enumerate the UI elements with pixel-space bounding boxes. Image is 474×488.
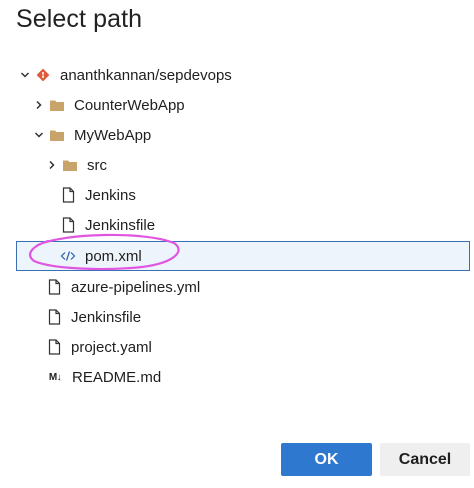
file-icon <box>59 186 77 204</box>
tree-item-label: Jenkinsfile <box>71 308 142 326</box>
select-path-dialog: Select path ananthkannan/sepdevops Count… <box>0 0 474 488</box>
git-repo-icon <box>34 66 52 84</box>
file-icon <box>59 216 77 234</box>
chevron-down-icon[interactable] <box>18 68 32 82</box>
tree-item-counterwebapp[interactable]: CounterWebApp <box>0 90 474 120</box>
file-icon <box>45 308 63 326</box>
chevron-right-icon[interactable] <box>45 158 59 172</box>
folder-icon <box>61 156 79 174</box>
tree-item-label: src <box>87 156 107 174</box>
tree-item-readme[interactable]: M↓ README.md <box>0 362 474 392</box>
tree-item-project-yaml[interactable]: project.yaml <box>0 332 474 362</box>
tree-item-repo[interactable]: ananthkannan/sepdevops <box>0 60 474 90</box>
markdown-icon: M↓ <box>48 371 62 383</box>
folder-icon <box>48 126 66 144</box>
folder-icon <box>48 96 66 114</box>
tree-item-label: project.yaml <box>71 338 152 356</box>
tree-item-label: pom.xml <box>85 247 142 265</box>
tree-item-label: Jenkins <box>85 186 136 204</box>
tree-item-label: azure-pipelines.yml <box>71 278 201 296</box>
code-file-icon <box>59 247 77 265</box>
tree-item-label: MyWebApp <box>74 126 152 144</box>
file-icon <box>45 278 63 296</box>
tree-item-jenkinsfile-root[interactable]: Jenkinsfile <box>0 302 474 332</box>
tree-item-src[interactable]: src <box>0 150 474 180</box>
tree-item-label: Jenkinsfile <box>85 216 156 234</box>
chevron-down-icon[interactable] <box>32 128 46 142</box>
tree-item-label: ananthkannan/sepdevops <box>60 66 232 84</box>
tree-item-pom-xml[interactable]: pom.xml <box>16 241 470 271</box>
tree-item-jenkinsfile[interactable]: Jenkinsfile <box>0 210 474 240</box>
tree-item-jenkins[interactable]: Jenkins <box>0 180 474 210</box>
ok-button[interactable]: OK <box>281 443 372 476</box>
chevron-right-icon[interactable] <box>32 98 46 112</box>
file-icon <box>45 338 63 356</box>
tree-item-mywebapp[interactable]: MyWebApp <box>0 120 474 150</box>
dialog-title: Select path <box>16 5 143 33</box>
cancel-button[interactable]: Cancel <box>380 443 470 476</box>
tree-item-azure-pipelines[interactable]: azure-pipelines.yml <box>0 272 474 302</box>
tree-item-label: README.md <box>72 368 162 386</box>
tree-item-label: CounterWebApp <box>74 96 185 114</box>
